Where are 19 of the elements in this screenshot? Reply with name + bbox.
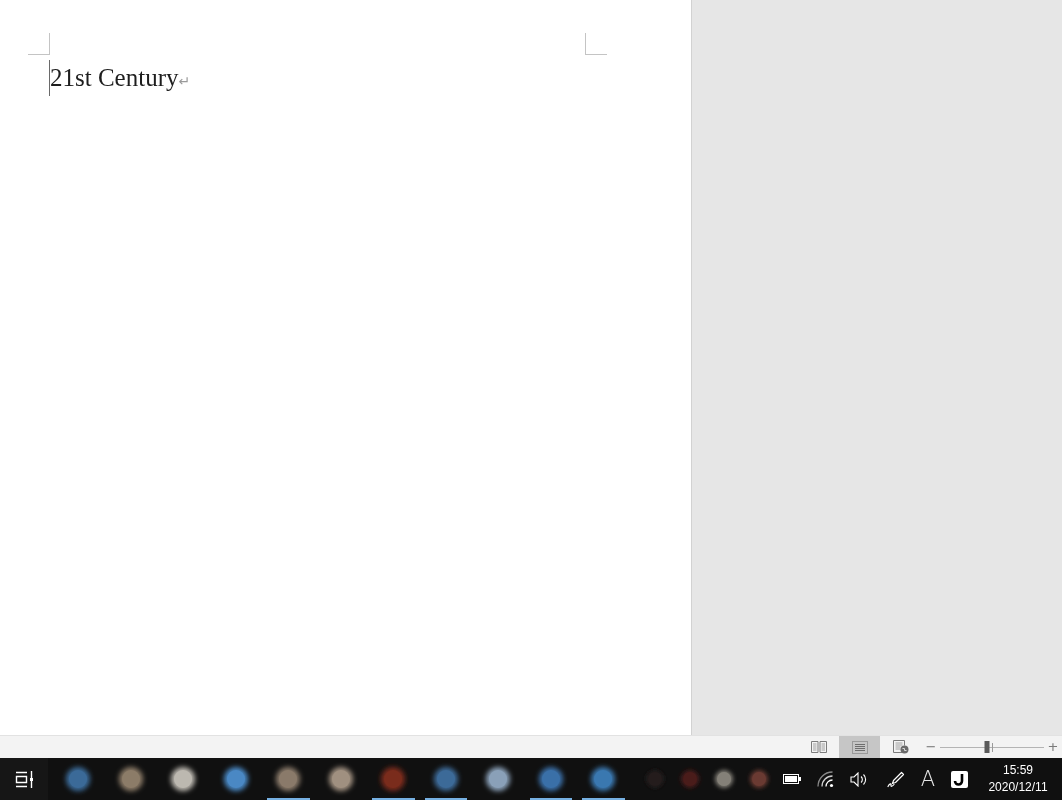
book-icon (810, 740, 827, 754)
square-j-icon (950, 770, 968, 788)
zoom-out-button[interactable]: − (922, 736, 940, 758)
wifi-icon (816, 770, 834, 788)
pen-squiggle-icon (887, 770, 905, 788)
paragraph-mark: ↵ (178, 73, 191, 89)
zoom-in-button[interactable]: + (1044, 736, 1062, 758)
document-text: 21st Century (50, 63, 179, 93)
page-icon (851, 740, 868, 754)
task-view-icon (14, 770, 34, 788)
slider-thumb[interactable] (984, 741, 990, 753)
speaker-icon (850, 771, 867, 787)
task-view-button[interactable] (0, 758, 48, 800)
clock-button[interactable]: 15:59 2020/12/11 (979, 758, 1057, 800)
corner-mark (585, 33, 607, 55)
corner-mark (28, 33, 50, 55)
input-mode-button[interactable]: A (917, 758, 939, 800)
battery-icon (783, 774, 801, 784)
page-globe-icon (892, 740, 909, 754)
